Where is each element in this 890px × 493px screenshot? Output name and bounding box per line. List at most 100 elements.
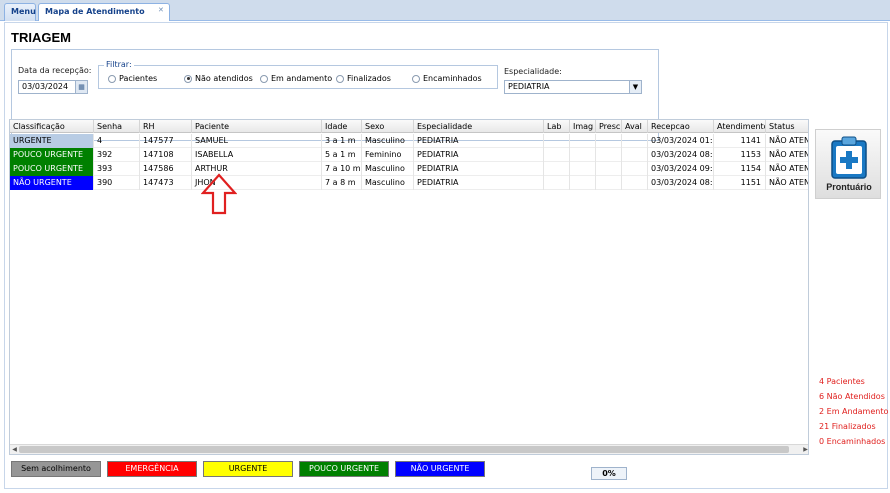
table-row[interactable]: POUCO URGENTE 392 147108 ISABELLA 5 a 1 m Fem… bbox=[10, 148, 808, 162]
prontuario-button[interactable]: Prontuário bbox=[815, 129, 881, 199]
horizontal-scrollbar[interactable]: ◀ ▶ bbox=[10, 444, 808, 454]
calendar-icon[interactable]: ▦ bbox=[75, 81, 87, 93]
col-senha[interactable]: Senha bbox=[94, 120, 140, 133]
cell-presc bbox=[596, 148, 622, 162]
legend-item: Sem acolhimento bbox=[11, 461, 101, 477]
cell-especialidade: PEDIATRIA bbox=[414, 176, 544, 190]
cell-status: NÃO ATEND bbox=[766, 176, 808, 190]
cell-imag bbox=[570, 162, 596, 176]
cell-presc bbox=[596, 162, 622, 176]
cell-status: NÃO ATEND bbox=[766, 162, 808, 176]
cell-sexo: Masculino bbox=[362, 162, 414, 176]
cell-senha: 390 bbox=[94, 176, 140, 190]
cell-recepcao: 03/03/2024 08:14 bbox=[648, 176, 714, 190]
col-recepcao[interactable]: Recepcao bbox=[648, 120, 714, 133]
tab-bar: Menu Mapa de Atendimento Médico ✕ bbox=[0, 0, 890, 32]
col-presc[interactable]: Presc bbox=[596, 120, 622, 133]
cell-rh: 147108 bbox=[140, 148, 192, 162]
radio-selected-icon bbox=[184, 74, 192, 83]
scroll-thumb[interactable] bbox=[19, 446, 789, 453]
table-row[interactable]: POUCO URGENTE 393 147586 ARTHUR 7 a 10 m Masc… bbox=[10, 162, 808, 176]
cell-lab bbox=[544, 176, 570, 190]
specialty-select[interactable]: PEDIATRIA ▼ bbox=[504, 80, 642, 94]
radio-encaminhados[interactable]: Encaminhados bbox=[412, 74, 482, 84]
radio-icon bbox=[412, 74, 420, 83]
legend-item: NÃO URGENTE bbox=[395, 461, 485, 477]
main-panel: TRIAGEM Data da recepção: 03/03/2024 ▦ F… bbox=[4, 22, 888, 489]
scroll-right-icon[interactable]: ▶ bbox=[801, 445, 808, 454]
date-value: 03/03/2024 bbox=[22, 82, 69, 91]
cell-aval bbox=[622, 176, 648, 190]
col-classificacao[interactable]: Classificação bbox=[10, 120, 94, 133]
cell-atendimento: 1153 bbox=[714, 148, 766, 162]
cell-aval bbox=[622, 134, 648, 148]
cell-especialidade: PEDIATRIA bbox=[414, 134, 544, 148]
scroll-left-icon[interactable]: ◀ bbox=[10, 445, 19, 454]
stat-finalizados: 21 Finalizados bbox=[819, 422, 876, 431]
clipboard-medical-icon bbox=[831, 136, 867, 179]
specialty-label: Especialidade: bbox=[504, 67, 562, 76]
tab-mapa-atendimento[interactable]: Mapa de Atendimento Médico ✕ bbox=[38, 3, 170, 32]
table-row[interactable]: URGENTE 4 147577 SAMUEL 3 a 1 m Masculino PEDI… bbox=[10, 134, 808, 148]
cell-senha: 4 bbox=[94, 134, 140, 148]
col-idade[interactable]: Idade bbox=[322, 120, 362, 133]
col-paciente[interactable]: Paciente bbox=[192, 120, 322, 133]
cell-sexo: Feminino bbox=[362, 148, 414, 162]
cell-rh: 147577 bbox=[140, 134, 192, 148]
cell-paciente: ISABELLA bbox=[192, 148, 322, 162]
stat-em-andamento: 2 Em Andamento bbox=[819, 407, 889, 416]
cell-lab bbox=[544, 148, 570, 162]
cell-paciente: SAMUEL bbox=[192, 134, 322, 148]
col-especialidade[interactable]: Especialidade bbox=[414, 120, 544, 133]
col-lab[interactable]: Lab bbox=[544, 120, 570, 133]
progress-indicator: 0% bbox=[591, 467, 627, 480]
radio-pacientes[interactable]: Pacientes bbox=[108, 74, 157, 84]
table-row[interactable]: NÃO URGENTE 390 147473 JHON 7 a 8 m Masculino… bbox=[10, 176, 808, 190]
arrow-up-icon bbox=[201, 173, 237, 215]
cell-recepcao: 03/03/2024 01:26 bbox=[648, 134, 714, 148]
cell-aval bbox=[622, 148, 648, 162]
radio-finalizados[interactable]: Finalizados bbox=[336, 74, 391, 84]
cell-lab bbox=[544, 162, 570, 176]
radio-em-andamento[interactable]: Em andamento bbox=[260, 74, 332, 84]
col-rh[interactable]: RH bbox=[140, 120, 192, 133]
cell-idade: 5 a 1 m bbox=[322, 148, 362, 162]
cell-imag bbox=[570, 134, 596, 148]
col-atendimento[interactable]: Atendimento bbox=[714, 120, 766, 133]
radio-icon bbox=[336, 74, 344, 83]
cell-classificacao: POUCO URGENTE bbox=[10, 148, 94, 162]
close-icon[interactable]: ✕ bbox=[158, 6, 166, 14]
cell-sexo: Masculino bbox=[362, 176, 414, 190]
page-title: TRIAGEM bbox=[11, 30, 71, 45]
cell-especialidade: PEDIATRIA bbox=[414, 162, 544, 176]
cell-classificacao: NÃO URGENTE bbox=[10, 176, 94, 190]
cell-idade: 3 a 1 m bbox=[322, 134, 362, 148]
chevron-down-icon[interactable]: ▼ bbox=[629, 81, 641, 93]
cell-classificacao: POUCO URGENTE bbox=[10, 162, 94, 176]
col-sexo[interactable]: Sexo bbox=[362, 120, 414, 133]
cell-especialidade: PEDIATRIA bbox=[414, 148, 544, 162]
tab-menu[interactable]: Menu bbox=[4, 3, 36, 21]
stat-nao-atendidos: 6 Não Atendidos bbox=[819, 392, 885, 401]
col-status[interactable]: Status bbox=[766, 120, 808, 133]
stat-encaminhados: 0 Encaminhados bbox=[819, 437, 886, 446]
cell-atendimento: 1154 bbox=[714, 162, 766, 176]
date-input[interactable]: 03/03/2024 ▦ bbox=[18, 80, 88, 94]
cell-presc bbox=[596, 176, 622, 190]
cell-status: NÃO ATEND bbox=[766, 148, 808, 162]
cell-rh: 147586 bbox=[140, 162, 192, 176]
specialty-value: PEDIATRIA bbox=[508, 82, 550, 91]
prontuario-label: Prontuário bbox=[826, 182, 872, 192]
radio-nao-atendidos[interactable]: Não atendidos bbox=[184, 74, 253, 84]
col-aval[interactable]: Aval bbox=[622, 120, 648, 133]
col-imag[interactable]: Imag bbox=[570, 120, 596, 133]
cell-sexo: Masculino bbox=[362, 134, 414, 148]
cell-idade: 7 a 10 m bbox=[322, 162, 362, 176]
cell-senha: 393 bbox=[94, 162, 140, 176]
filter-legend: Filtrar: bbox=[104, 60, 134, 69]
cell-classificacao: URGENTE bbox=[10, 134, 94, 148]
radio-icon bbox=[260, 74, 268, 83]
radio-icon bbox=[108, 74, 116, 83]
cell-senha: 392 bbox=[94, 148, 140, 162]
cell-rh: 147473 bbox=[140, 176, 192, 190]
